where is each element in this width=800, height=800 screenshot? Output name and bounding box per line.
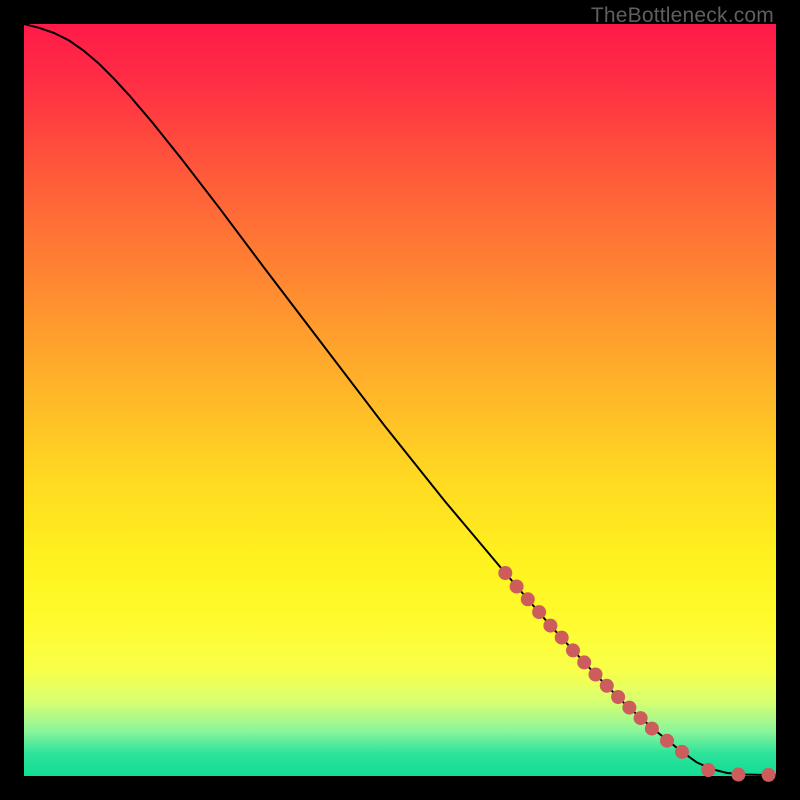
- marker-dot: [622, 701, 636, 715]
- marker-dot: [701, 763, 715, 777]
- outer-frame: TheBottleneck.com: [0, 0, 800, 800]
- marker-dot: [566, 643, 580, 657]
- marker-dot: [600, 679, 614, 693]
- marker-dot: [577, 655, 591, 669]
- curve-line: [24, 24, 776, 775]
- marker-dot: [555, 631, 569, 645]
- marker-dot: [510, 580, 524, 594]
- marker-dot: [762, 768, 776, 782]
- marker-group: [498, 566, 775, 782]
- marker-dot: [589, 668, 603, 682]
- marker-dot: [611, 690, 625, 704]
- marker-dot: [660, 734, 674, 748]
- marker-dot: [543, 619, 557, 633]
- chart-svg: [24, 24, 776, 776]
- watermark-text: TheBottleneck.com: [591, 4, 774, 28]
- marker-dot: [731, 768, 745, 782]
- marker-dot: [645, 722, 659, 736]
- marker-dot: [634, 711, 648, 725]
- marker-dot: [532, 605, 546, 619]
- plot-area: [24, 24, 776, 776]
- marker-dot: [498, 566, 512, 580]
- marker-dot: [675, 745, 689, 759]
- marker-dot: [521, 592, 535, 606]
